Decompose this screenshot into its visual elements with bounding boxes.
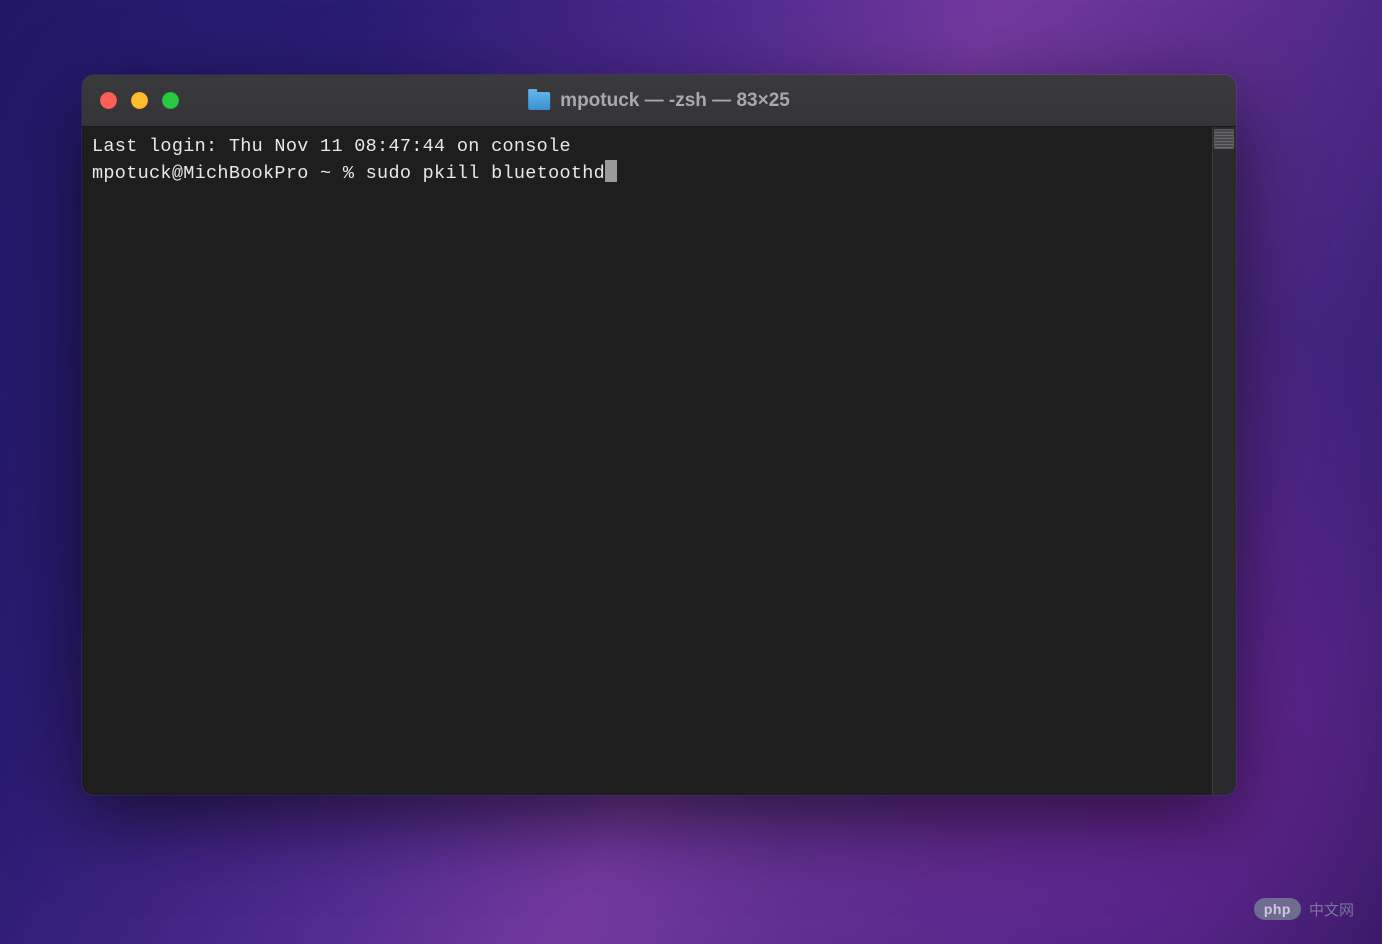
scrollbar-track[interactable] <box>1212 127 1236 795</box>
minimize-button[interactable] <box>131 92 148 109</box>
terminal-login-line: Last login: Thu Nov 11 08:47:44 on conso… <box>92 133 1202 160</box>
folder-icon <box>528 92 550 110</box>
close-button[interactable] <box>100 92 117 109</box>
cursor-icon <box>605 160 617 182</box>
watermark-badge: php <box>1254 898 1301 920</box>
terminal-prompt-line: mpotuck@MichBookPro ~ % sudo pkill bluet… <box>92 160 1202 187</box>
watermark-text: 中文网 <box>1309 899 1354 920</box>
title-bar[interactable]: mpotuck — -zsh — 83×25 <box>82 75 1236 127</box>
terminal-body: Last login: Thu Nov 11 08:47:44 on conso… <box>82 127 1236 795</box>
terminal-content[interactable]: Last login: Thu Nov 11 08:47:44 on conso… <box>82 127 1212 795</box>
terminal-window: mpotuck — -zsh — 83×25 Last login: Thu N… <box>82 75 1236 795</box>
traffic-lights <box>100 92 179 109</box>
scrollbar-thumb-icon[interactable] <box>1214 129 1234 149</box>
watermark: php 中文网 <box>1254 898 1354 920</box>
maximize-button[interactable] <box>162 92 179 109</box>
window-title: mpotuck — -zsh — 83×25 <box>528 90 790 112</box>
window-title-text: mpotuck — -zsh — 83×25 <box>560 90 790 112</box>
terminal-prompt-text: mpotuck@MichBookPro ~ % sudo pkill bluet… <box>92 163 605 184</box>
